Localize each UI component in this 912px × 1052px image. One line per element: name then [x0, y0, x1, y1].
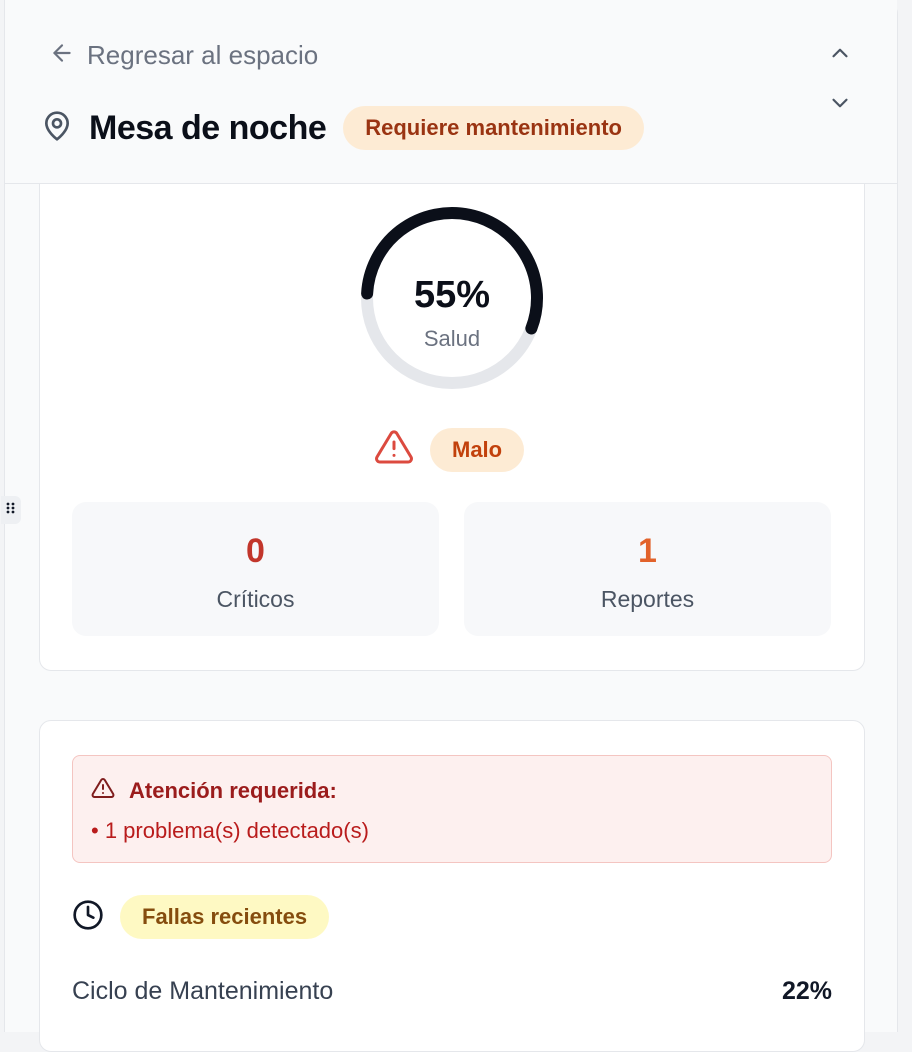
status-badge: Requiere mantenimiento [343, 106, 644, 150]
critical-count: 0 [246, 532, 265, 570]
arrow-left-icon [49, 40, 75, 71]
detail-panel: Regresar al espacio Mesa de noche Requie… [1, 0, 898, 1052]
clock-icon [72, 899, 104, 936]
alert-header: Atención requerida: [91, 776, 337, 805]
warning-triangle-icon [91, 776, 115, 805]
back-link-label: Regresar al espacio [87, 40, 319, 70]
page-title: Mesa de noche [89, 108, 327, 147]
critical-count-card: 0 Críticos [72, 502, 439, 636]
previous-item-button[interactable] [825, 40, 855, 70]
panel-header: Regresar al espacio Mesa de noche Requie… [5, 0, 897, 184]
title-row: Mesa de noche Requiere mantenimiento [41, 106, 644, 150]
reports-count: 1 [638, 532, 657, 570]
chevron-up-icon [827, 40, 853, 71]
back-to-space-link[interactable]: Regresar al espacio [49, 40, 318, 71]
health-gauge: 55% Salud [352, 198, 552, 398]
chevron-down-icon [827, 90, 853, 121]
maintenance-cycle-value: 22% [781, 977, 832, 1005]
next-item-button[interactable] [825, 90, 855, 120]
attention-alert: Atención requerida: • 1 problema(s) dete… [72, 755, 832, 863]
maintenance-cycle-label: Ciclo de Mantenimiento [72, 977, 334, 1005]
warning-triangle-icon [374, 427, 414, 472]
map-pin-icon [41, 110, 73, 147]
maintenance-card: Atención requerida: • 1 problema(s) dete… [39, 720, 865, 1052]
grip-dots-icon [6, 501, 16, 520]
panel-resize-handle[interactable] [1, 496, 21, 524]
health-status-badge: Malo [430, 427, 525, 472]
health-label: Salud [423, 326, 481, 351]
recent-failures-badge: Fallas recientes [120, 895, 330, 939]
alert-title: Atención requerida: [129, 777, 337, 803]
recent-failures-row: Fallas recientes [72, 895, 330, 939]
critical-label: Críticos [216, 586, 295, 612]
health-status-row: Malo [374, 427, 525, 472]
health-percent: 55% [413, 274, 491, 316]
reports-count-card: 1 Reportes [464, 502, 831, 636]
alert-item: • 1 problema(s) detectado(s) [91, 818, 369, 843]
health-card: 55% Salud Malo 0 Críticos 1 Reportes [39, 184, 865, 671]
reports-label: Reportes [600, 586, 695, 612]
